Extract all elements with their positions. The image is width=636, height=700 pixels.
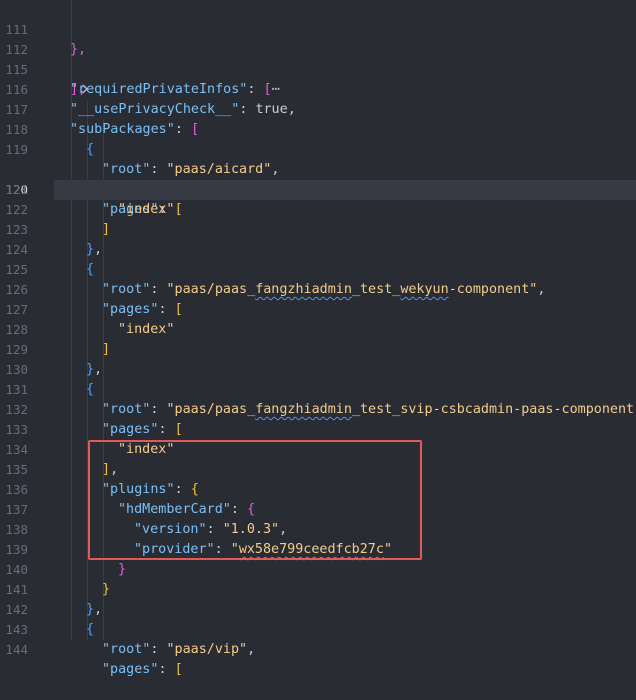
code-line[interactable]: 117 "subPackages": [ (0, 80, 636, 100)
code-line[interactable]: 112 "requiredPrivateInfos": [⋯ (0, 20, 636, 40)
code-line[interactable]: 119 "root": "paas/aicard", (0, 120, 636, 140)
code-line[interactable]: 130 { (0, 340, 636, 360)
code-line[interactable]: 121 "index" (0, 160, 636, 180)
code-line[interactable]: 124 { (0, 220, 636, 240)
code-line[interactable]: 131 "root": "paas/paas_fangzhiadmin_test… (0, 360, 636, 380)
code-line[interactable]: 111 }, (0, 0, 636, 20)
annotation-highlight-box (88, 440, 422, 560)
line-number: 144 (0, 640, 28, 660)
code-line[interactable]: 115 ], (0, 40, 636, 60)
code-line[interactable]: 125 "root": "paas/paas_fangzhiadmin_test… (0, 240, 636, 260)
json-value: "paas/vip" (167, 642, 248, 657)
code-line[interactable]: 129 }, (0, 320, 636, 340)
code-line-active[interactable]: 120 "pages": [ (0, 140, 636, 160)
code-line[interactable]: 126 "pages": [ (0, 260, 636, 280)
code-line[interactable]: 143 "root": "paas/vip", (0, 600, 636, 620)
code-line[interactable]: 118 { (0, 100, 636, 120)
code-line[interactable]: 134 ], (0, 420, 636, 440)
json-key: "pages" (102, 662, 158, 677)
code-line[interactable]: 127 "index" (0, 280, 636, 300)
code-line[interactable]: 128 ] (0, 300, 636, 320)
code-line[interactable]: 116 "__usePrivacyCheck__": true, (0, 60, 636, 80)
code-line[interactable]: 144 "pages": [ (0, 620, 636, 640)
json-key: "root" (102, 642, 150, 657)
code-line[interactable]: 141 }, (0, 560, 636, 580)
code-line[interactable]: 123 }, (0, 200, 636, 220)
code-line[interactable]: 132 "pages": [ (0, 380, 636, 400)
code-line[interactable]: 133 "index" (0, 400, 636, 420)
code-line[interactable]: 122 ] (0, 180, 636, 200)
code-line[interactable]: 142 { (0, 580, 636, 600)
code-editor[interactable]: 111 }, 112 "requiredPrivateInfos": [⋯ 11… (0, 0, 636, 640)
